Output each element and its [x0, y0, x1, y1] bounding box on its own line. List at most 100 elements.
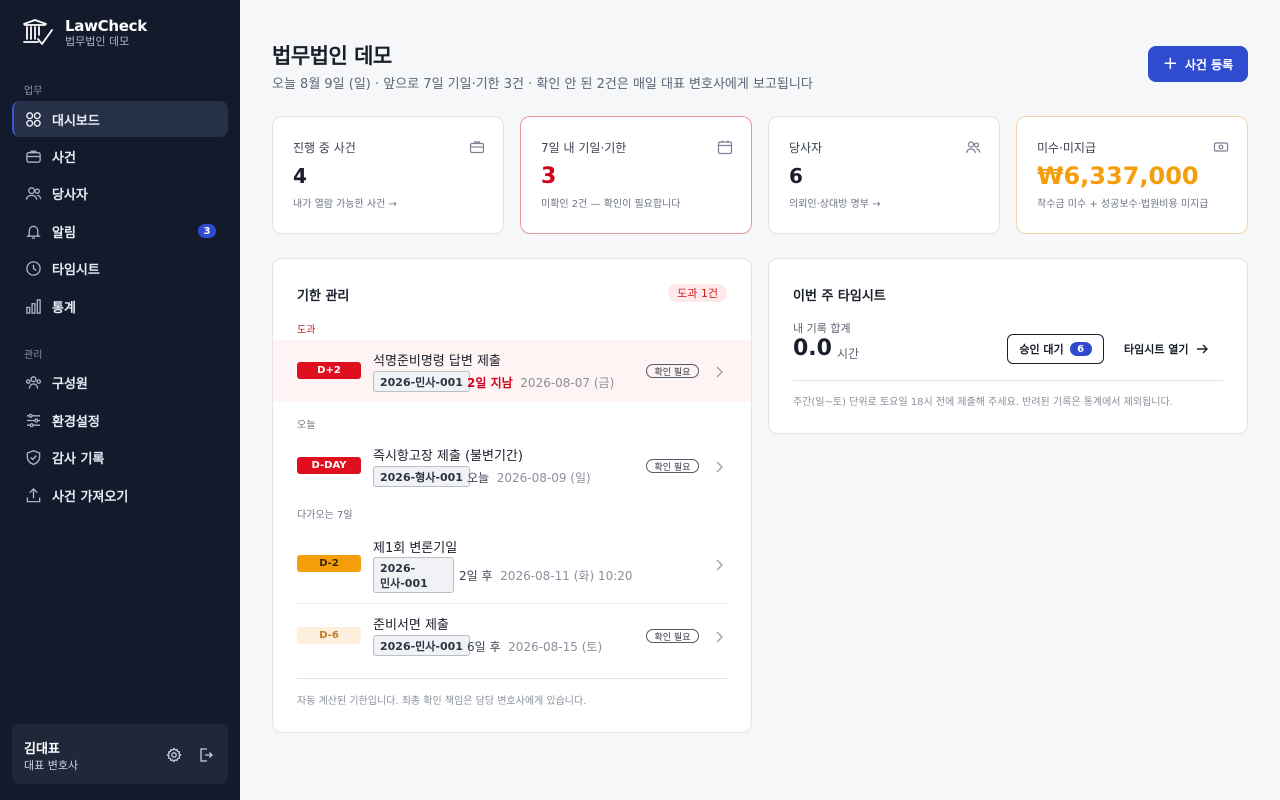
sidebar-item-members[interactable]: 구성원	[12, 364, 228, 400]
deadline-title: 제1회 변론기일	[373, 541, 458, 556]
deadline-row[interactable]: D-6 준비서면 제출 2026-민사-001 6일 후 2026-08-15 …	[273, 606, 751, 666]
deadline-title: 석명준비명령 답변 제출	[373, 354, 501, 369]
stat-value: 6	[789, 164, 803, 188]
page-subtitle: 오늘 8월 9일 (일) · 앞으로 7일 기일·기한 3건 · 확인 안 된 …	[272, 77, 813, 92]
deadline-date: 2026-08-15 (토)	[508, 640, 603, 654]
sidebar-item-dashboard[interactable]: 대시보드	[12, 101, 228, 137]
relative-time: 2일 후	[459, 569, 493, 583]
stat-label: 미수·미지급	[1037, 141, 1097, 155]
timesheet-panel: 이번 주 타임시트 내 기록 합계 0.0 시간 승인 대기 6 타임시트 열기…	[768, 258, 1248, 434]
sidebar-item-label: 당사자	[52, 187, 88, 203]
courthouse-logo-icon	[22, 17, 54, 49]
add-case-button-label: 사건 등록	[1184, 57, 1234, 72]
panel-divider	[297, 678, 727, 679]
bar-chart-icon	[24, 297, 42, 315]
alerts-count-badge: 3	[198, 224, 216, 238]
briefcase-icon	[469, 139, 485, 155]
relative-time: 2일 지남	[467, 376, 513, 390]
sidebar-item-settings[interactable]: 환경설정	[12, 402, 228, 438]
sidebar-item-stats[interactable]: 통계	[12, 288, 228, 324]
relative-time: 오늘	[467, 471, 490, 485]
sidebar: LawCheck 법무법인 데모 업무 대시보드 사건 당사자 알림 3 타임시…	[0, 0, 240, 800]
deadline-date: 2026-08-11 (화) 10:20	[500, 569, 633, 583]
sidebar-item-parties[interactable]: 당사자	[12, 175, 228, 211]
needs-confirm-badge: 확인 필요	[646, 459, 699, 473]
d-day-tag: D-6	[297, 627, 361, 644]
stat-value: 4	[293, 164, 307, 188]
timesheet-note: 주간(일~토) 단위로 토요일 18시 전에 제출해 주세요. 반려된 기록은 …	[793, 397, 1173, 408]
user-name: 김대표	[24, 742, 60, 757]
case-number-chip[interactable]: 2026-형사-001	[373, 466, 470, 487]
case-number-line: 2026-	[380, 562, 416, 575]
sidebar-item-label: 사건 가져오기	[52, 489, 129, 505]
open-timesheet-label: 타임시트 열기	[1124, 343, 1189, 356]
group-label-today: 오늘	[297, 420, 316, 431]
clock-icon	[24, 259, 42, 277]
brand[interactable]: LawCheck 법무법인 데모	[22, 16, 147, 50]
deadline-date: 2026-08-09 (일)	[496, 471, 591, 485]
d-day-tag: D-2	[297, 555, 361, 572]
sidebar-item-label: 구성원	[52, 376, 88, 392]
relative-time: 6일 후	[467, 640, 501, 654]
pending-approval-label: 승인 대기	[1019, 343, 1064, 356]
group-label-upcoming: 다가오는 7일	[297, 510, 353, 521]
sidebar-item-label: 감사 기록	[52, 451, 105, 467]
case-number-line: 민사-001	[380, 577, 428, 590]
stat-note: 내가 열람 가능한 사건 →	[293, 199, 397, 210]
timesheet-total-value: 0.0	[793, 336, 832, 361]
case-number-chip[interactable]: 2026-민사-001	[373, 635, 470, 656]
group-label-overdue: 도과	[297, 325, 316, 336]
gear-icon[interactable]	[165, 746, 183, 764]
stat-note: 의뢰인·상대방 명부 →	[789, 199, 881, 210]
sidebar-item-label: 환경설정	[52, 414, 100, 430]
sidebar-item-audit-log[interactable]: 감사 기록	[12, 439, 228, 475]
sidebar-item-alerts[interactable]: 알림 3	[12, 213, 228, 249]
logout-icon[interactable]	[197, 746, 215, 764]
deadline-meta: 오늘 2026-08-09 (일)	[467, 469, 591, 486]
sliders-icon	[24, 411, 42, 429]
stat-card-active-cases[interactable]: 진행 중 사건 4 내가 열람 가능한 사건 →	[272, 116, 504, 234]
timesheet-unit: 시간	[837, 347, 860, 361]
users-icon	[965, 139, 981, 155]
deadline-row[interactable]: D+2 석명준비명령 답변 제출 2026-민사-001 2일 지남 2026-…	[273, 340, 751, 402]
sidebar-item-cases[interactable]: 사건	[12, 138, 228, 174]
grid-icon	[24, 110, 42, 128]
deadline-meta: 2일 후 2026-08-11 (화) 10:20	[459, 567, 633, 584]
deadline-meta: 6일 후 2026-08-15 (토)	[467, 638, 602, 655]
stat-card-parties[interactable]: 당사자 6 의뢰인·상대방 명부 →	[768, 116, 1000, 234]
pending-approval-button[interactable]: 승인 대기 6	[1007, 334, 1104, 364]
nav-section-admin: 관리	[24, 350, 43, 361]
stat-label: 진행 중 사건	[293, 141, 356, 155]
stat-label: 7일 내 기일·기한	[541, 141, 627, 155]
deadline-row[interactable]: D-2 제1회 변론기일 2026- 민사-001 2일 후 2026-08-1…	[273, 529, 751, 603]
sidebar-item-label: 타임시트	[52, 262, 100, 278]
timesheet-total-label: 내 기록 합계	[793, 322, 851, 335]
brand-name: LawCheck	[65, 16, 147, 35]
stat-card-upcoming-deadlines[interactable]: 7일 내 기일·기한 3 미확인 2건 — 확인이 필요합니다	[520, 116, 752, 234]
case-number-chip[interactable]: 2026- 민사-001	[373, 557, 454, 593]
open-timesheet-link[interactable]: 타임시트 열기	[1124, 341, 1209, 357]
user-card: 김대표 대표 변호사	[12, 724, 228, 784]
d-day-tag: D-DAY	[297, 457, 361, 474]
stat-card-receivables[interactable]: 미수·미지급 ₩6,337,000 착수금 미수 + 성공보수·법원비용 미지급	[1016, 116, 1248, 234]
briefcase-icon	[24, 147, 42, 165]
stat-note: 미확인 2건 — 확인이 필요합니다	[541, 199, 681, 210]
add-case-button[interactable]: + 사건 등록	[1148, 46, 1248, 82]
sidebar-item-import-cases[interactable]: 사건 가져오기	[12, 477, 228, 513]
chevron-right-icon	[713, 629, 725, 643]
sidebar-item-timesheet[interactable]: 타임시트	[12, 250, 228, 286]
upload-icon	[24, 486, 42, 504]
members-icon	[24, 373, 42, 391]
sidebar-item-label: 대시보드	[52, 113, 100, 129]
sidebar-item-label: 알림	[52, 225, 76, 241]
sidebar-item-label: 사건	[52, 150, 76, 166]
arrow-right-icon	[1196, 344, 1208, 354]
panel-divider	[793, 380, 1223, 381]
deadline-row[interactable]: D-DAY 즉시항고장 제출 (불변기간) 2026-형사-001 오늘 202…	[273, 435, 751, 497]
chevron-right-icon	[713, 459, 725, 473]
deadline-meta: 2일 지남 2026-08-07 (금)	[467, 374, 614, 391]
row-divider	[297, 603, 727, 604]
d-day-tag: D+2	[297, 362, 361, 379]
deadline-title: 준비서면 제출	[373, 618, 449, 633]
case-number-chip[interactable]: 2026-민사-001	[373, 371, 470, 392]
